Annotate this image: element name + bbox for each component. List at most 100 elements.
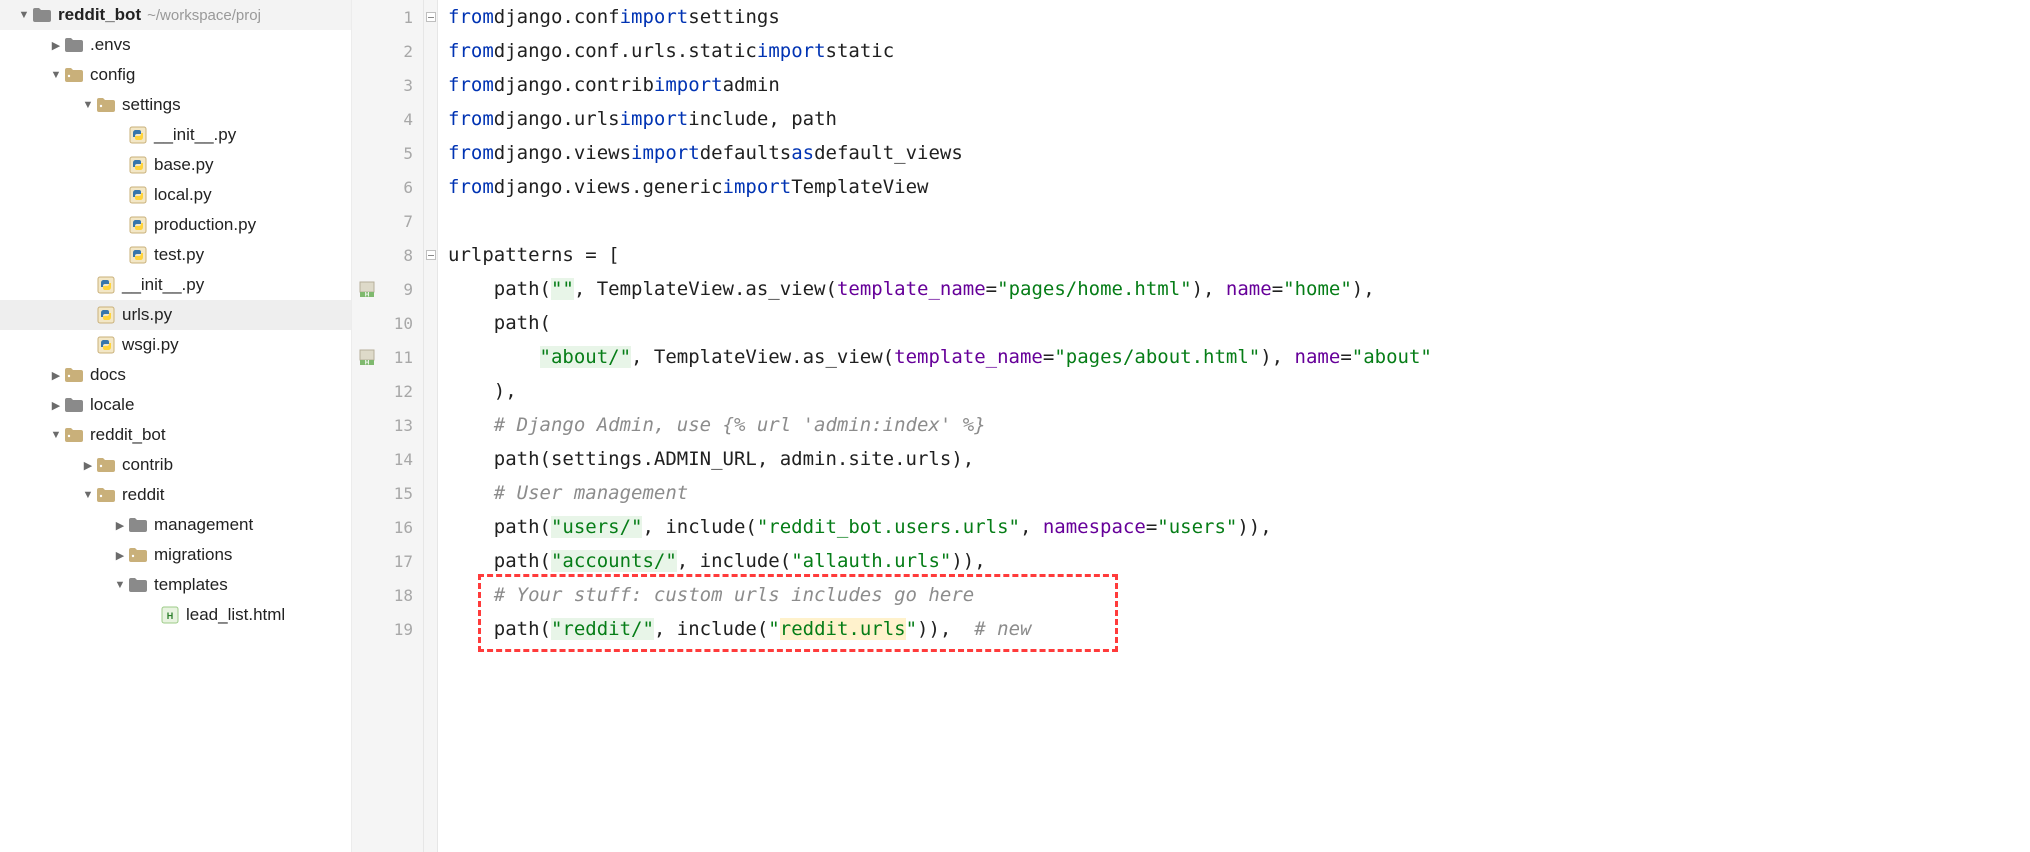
line-number: H9 (352, 272, 423, 306)
line-number: 12 (352, 374, 423, 408)
code-line[interactable]: path(settings.ADMIN_URL, admin.site.urls… (448, 442, 2030, 476)
line-number: 6 (352, 170, 423, 204)
code-line[interactable]: from django.views import defaults as def… (448, 136, 2030, 170)
tree-item[interactable]: local.py (0, 180, 351, 210)
python-file-icon (128, 215, 148, 235)
chevron-down-icon[interactable]: ▼ (16, 7, 32, 23)
tree-item[interactable]: Hlead_list.html (0, 600, 351, 630)
fold-row[interactable] (424, 612, 437, 646)
line-number: 1 (352, 0, 423, 34)
line-number: 17 (352, 544, 423, 578)
line-number: 16 (352, 510, 423, 544)
tree-item[interactable]: ▼ reddit (0, 480, 351, 510)
chevron-down-icon[interactable]: ▼ (80, 97, 96, 113)
tree-item[interactable]: production.py (0, 210, 351, 240)
tree-item-hint: ~/workspace/proj (147, 7, 261, 24)
code-line[interactable]: path("accounts/", include("allauth.urls"… (448, 544, 2030, 578)
code-editor[interactable]: from django.conf import settingsfrom dja… (438, 0, 2030, 852)
code-line[interactable]: ), (448, 374, 2030, 408)
folder-icon (96, 485, 116, 505)
chevron-down-icon[interactable]: ▼ (48, 67, 64, 83)
tree-item[interactable]: ▼settings (0, 90, 351, 120)
code-line[interactable]: # Your stuff: custom urls includes go he… (448, 578, 2030, 612)
tree-item[interactable]: ▼config (0, 60, 351, 90)
chevron-right-icon[interactable]: ▶ (80, 457, 96, 473)
tree-item-label: local.py (154, 185, 212, 205)
fold-row[interactable] (424, 578, 437, 612)
tree-item-label: production.py (154, 215, 256, 235)
code-line[interactable]: # Django Admin, use {% url 'admin:index'… (448, 408, 2030, 442)
tree-item-label: management (154, 515, 253, 535)
tree-item[interactable]: wsgi.py (0, 330, 351, 360)
svg-text:H: H (167, 611, 174, 621)
code-line[interactable]: path("", TemplateView.as_view(template_n… (448, 272, 2030, 306)
chevron-down-icon[interactable]: ▼ (48, 427, 64, 443)
folder-icon (64, 65, 84, 85)
tree-item-label: reddit (122, 485, 165, 505)
fold-row[interactable] (424, 68, 437, 102)
tree-item[interactable]: ▼ reddit_bot (0, 420, 351, 450)
chevron-down-icon[interactable]: ▼ (112, 577, 128, 593)
fold-collapse-icon[interactable] (426, 250, 436, 260)
chevron-right-icon[interactable]: ▶ (48, 367, 64, 383)
fold-row[interactable] (424, 102, 437, 136)
tree-item[interactable]: ▶ management (0, 510, 351, 540)
tree-item[interactable]: ▶ migrations (0, 540, 351, 570)
chevron-right-icon[interactable]: ▶ (48, 397, 64, 413)
tree-item[interactable]: base.py (0, 150, 351, 180)
tree-item[interactable]: test.py (0, 240, 351, 270)
svg-text:H: H (365, 361, 369, 367)
line-number: 8 (352, 238, 423, 272)
tree-item[interactable]: __init__.py (0, 120, 351, 150)
folder-icon (96, 455, 116, 475)
chevron-right-icon[interactable]: ▶ (112, 547, 128, 563)
code-fold-ribbon[interactable] (424, 0, 438, 852)
line-number: 14 (352, 442, 423, 476)
fold-row[interactable] (424, 204, 437, 238)
tree-item[interactable]: ▶locale (0, 390, 351, 420)
fold-row[interactable] (424, 34, 437, 68)
tree-item[interactable]: ▼reddit_bot~/workspace/proj (0, 0, 351, 30)
code-line[interactable]: urlpatterns = [ (448, 238, 2030, 272)
chevron-right-icon[interactable]: ▶ (48, 37, 64, 53)
tree-item[interactable]: __init__.py (0, 270, 351, 300)
code-line[interactable]: from django.views.generic import Templat… (448, 170, 2030, 204)
code-line[interactable]: path( (448, 306, 2030, 340)
tree-item[interactable]: ▶docs (0, 360, 351, 390)
fold-row[interactable] (424, 544, 437, 578)
tree-item-label: migrations (154, 545, 232, 565)
tree-item[interactable]: urls.py (0, 300, 351, 330)
tree-item[interactable]: ▶contrib (0, 450, 351, 480)
fold-row[interactable] (424, 136, 437, 170)
fold-row[interactable] (424, 374, 437, 408)
fold-row[interactable] (424, 272, 437, 306)
chevron-down-icon[interactable]: ▼ (80, 487, 96, 503)
fold-row[interactable] (424, 238, 437, 272)
html-file-icon: H (160, 605, 180, 625)
code-line[interactable]: from django.urls import include, path (448, 102, 2030, 136)
code-line[interactable]: from django.conf import settings (448, 0, 2030, 34)
code-line[interactable]: path("reddit/", include("reddit.urls")),… (448, 612, 2030, 646)
tree-item-label: reddit_bot (90, 425, 166, 445)
code-line[interactable]: "about/", TemplateView.as_view(template_… (448, 340, 2030, 374)
fold-row[interactable] (424, 476, 437, 510)
code-line[interactable]: from django.contrib import admin (448, 68, 2030, 102)
tree-item[interactable]: ▶.envs (0, 30, 351, 60)
fold-collapse-icon[interactable] (426, 12, 436, 22)
fold-row[interactable] (424, 340, 437, 374)
project-tree[interactable]: ▼reddit_bot~/workspace/proj▶.envs▼config… (0, 0, 352, 852)
fold-row[interactable] (424, 510, 437, 544)
code-line[interactable]: from django.conf.urls.static import stat… (448, 34, 2030, 68)
code-line[interactable] (448, 204, 2030, 238)
chevron-right-icon[interactable]: ▶ (112, 517, 128, 533)
gutter-html-mark-icon: H (358, 348, 376, 366)
fold-row[interactable] (424, 306, 437, 340)
tree-item[interactable]: ▼templates (0, 570, 351, 600)
tree-item-label: urls.py (122, 305, 172, 325)
code-line[interactable]: path("users/", include("reddit_bot.users… (448, 510, 2030, 544)
code-line[interactable]: # User management (448, 476, 2030, 510)
fold-row[interactable] (424, 170, 437, 204)
fold-row[interactable] (424, 0, 437, 34)
fold-row[interactable] (424, 408, 437, 442)
fold-row[interactable] (424, 442, 437, 476)
